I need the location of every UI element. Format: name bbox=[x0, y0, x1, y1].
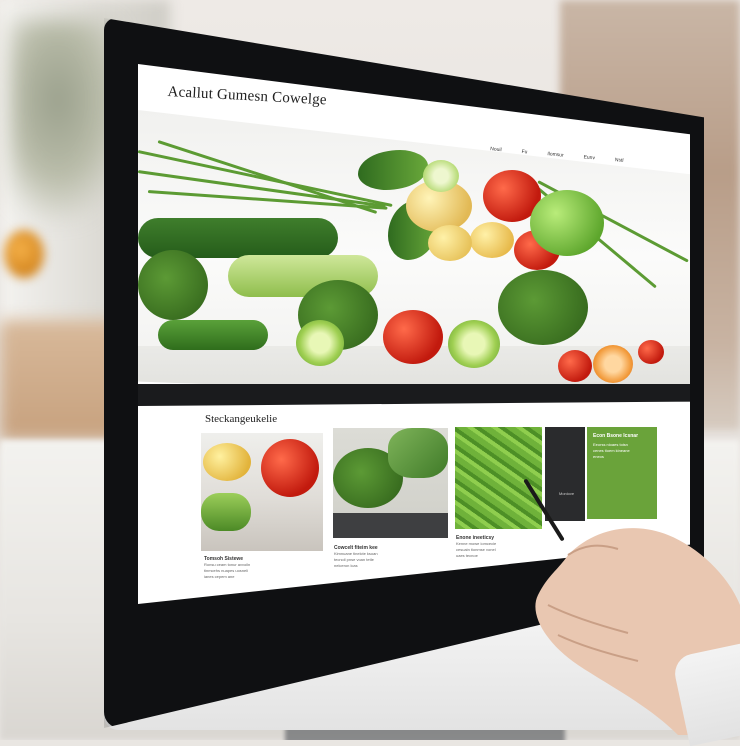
broccoli bbox=[138, 250, 208, 320]
card-image-broccoli[interactable] bbox=[333, 428, 448, 538]
yellow-squash bbox=[203, 443, 251, 481]
card-text-2: Cowcelt fiteim kee Kimnuane tinelcte kso… bbox=[334, 545, 452, 569]
dark-board bbox=[333, 513, 448, 538]
blurred-shelf bbox=[0, 320, 120, 440]
lime-slice bbox=[448, 320, 500, 368]
lime bbox=[423, 160, 459, 192]
promo-line: Eeorss nioaes toisn bbox=[593, 442, 628, 447]
orange-tomato-slice bbox=[593, 345, 633, 383]
promo-heading: Econ Bsone Icsnar bbox=[593, 433, 639, 439]
card-image-tomato[interactable] bbox=[201, 433, 323, 551]
card-line: nelceron lcas bbox=[334, 563, 358, 568]
card-line: Kenne mowe iomcecie bbox=[456, 541, 497, 546]
cherry-tomato bbox=[638, 340, 664, 364]
tomato bbox=[383, 310, 443, 364]
tomato bbox=[261, 439, 319, 497]
dark-card-label: Moniove bbox=[559, 491, 575, 496]
nav-item-5[interactable]: Nstl bbox=[615, 157, 624, 164]
nav-item-2[interactable]: Fu bbox=[521, 149, 527, 155]
card-image-green-beans[interactable] bbox=[455, 427, 542, 529]
nav-item-4[interactable]: Eunv bbox=[583, 154, 595, 161]
card-line: Kimnuane tinelcte ksoan bbox=[334, 551, 378, 556]
leafy-green bbox=[388, 428, 448, 478]
lime-slice bbox=[296, 320, 344, 366]
leafy-green bbox=[358, 150, 428, 190]
cucumber bbox=[201, 493, 251, 531]
card-line: tinmcehs nuapes uosneli bbox=[204, 568, 249, 573]
promo-line: eneos bbox=[593, 454, 604, 459]
promo-card[interactable]: Econ Bsone Icsnar Eeorss nioaes toisn ce… bbox=[587, 427, 657, 519]
yellow-tomato bbox=[428, 225, 472, 261]
card-text-1: Tomsoh Sistewe Ronsu ceam tonur avvoiln … bbox=[204, 556, 322, 580]
blurred-fruit bbox=[4, 230, 44, 278]
card-line: uaes tecnoe bbox=[456, 553, 478, 558]
broccoli bbox=[498, 270, 588, 345]
card-line: Ronsu ceam tonur avvoiln bbox=[204, 562, 251, 567]
card-line: ianes cepem ane bbox=[204, 574, 235, 579]
cherry-tomato bbox=[558, 350, 592, 382]
promo-line: cenes tioem kineane bbox=[593, 448, 630, 453]
yellow-tomato bbox=[470, 222, 514, 258]
card-line: cesuain tionmse vonel bbox=[456, 547, 496, 552]
card-line: tecnoil pnse voan tetle bbox=[334, 557, 374, 562]
cucumber bbox=[158, 320, 268, 350]
section-title: Steckangeukelie bbox=[205, 413, 278, 425]
green-apple bbox=[530, 190, 604, 256]
dark-feature-card[interactable]: Moniove bbox=[545, 427, 585, 521]
